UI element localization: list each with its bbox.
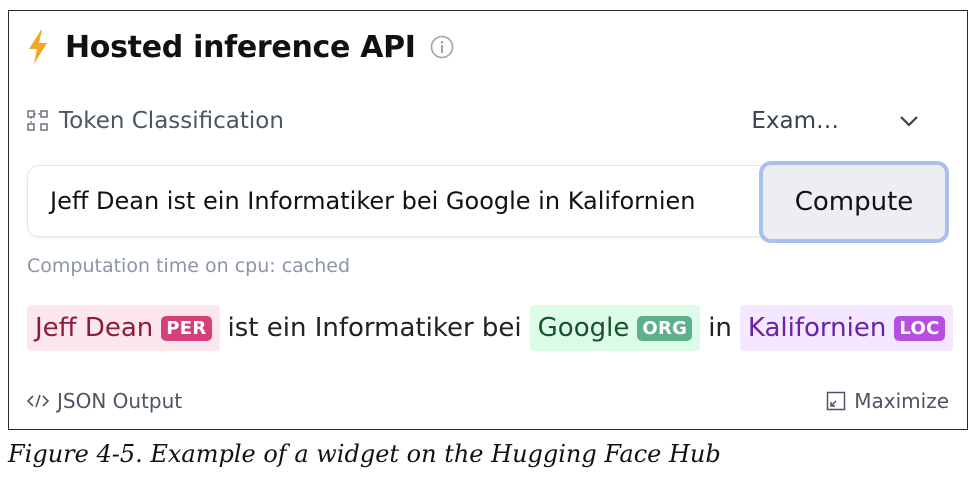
compute-button[interactable]: Compute [759, 161, 949, 243]
plain-text: ist ein Informatiker bei [227, 313, 522, 343]
inference-widget: Hosted inference API Token Classificatio… [8, 10, 968, 430]
code-icon [27, 394, 49, 408]
maximize-label: Maximize [854, 389, 949, 413]
json-output-button[interactable]: JSON Output [27, 389, 182, 413]
widget-title: Hosted inference API [65, 29, 416, 65]
entity-tag: LOC [894, 315, 945, 341]
entity-loc: Kalifornien LOC [739, 305, 953, 351]
task-label: Token Classification [59, 108, 284, 134]
token-classification-icon [27, 110, 48, 131]
entity-tag: ORG [637, 315, 693, 341]
computation-time: Computation time on cpu: cached [27, 255, 351, 277]
task-row: Token Classification Exam… [27, 103, 949, 139]
token-output: Jeff Dean PER ist ein Informatiker bei G… [27, 305, 953, 351]
entity-per: Jeff Dean PER [27, 305, 220, 351]
entity-text: Google [537, 313, 630, 343]
maximize-icon [827, 391, 846, 411]
input-row: Jeff Dean ist ein Informatiker bei Googl… [27, 161, 949, 243]
entity-text: Jeff Dean [35, 313, 154, 343]
lightning-icon [29, 30, 47, 64]
json-output-label: JSON Output [57, 389, 183, 413]
chevron-down-icon[interactable] [897, 109, 921, 133]
maximize-button[interactable]: Maximize [826, 389, 949, 413]
text-input-value: Jeff Dean ist ein Informatiker bei Googl… [50, 187, 696, 215]
text-input[interactable]: Jeff Dean ist ein Informatiker bei Googl… [27, 165, 761, 237]
examples-label: Exam… [751, 108, 839, 134]
figure-caption: Figure 4-5. Example of a widget on the H… [8, 440, 721, 468]
widget-footer: JSON Output Maximize [27, 389, 949, 419]
examples-dropdown[interactable]: Exam… [751, 103, 839, 139]
entity-text: Kalifornien [747, 313, 887, 343]
widget-header: Hosted inference API [25, 25, 454, 69]
entity-org: Google ORG [529, 305, 701, 351]
info-icon[interactable] [430, 35, 454, 59]
plain-text: in [708, 313, 732, 343]
entity-tag: PER [161, 315, 212, 341]
